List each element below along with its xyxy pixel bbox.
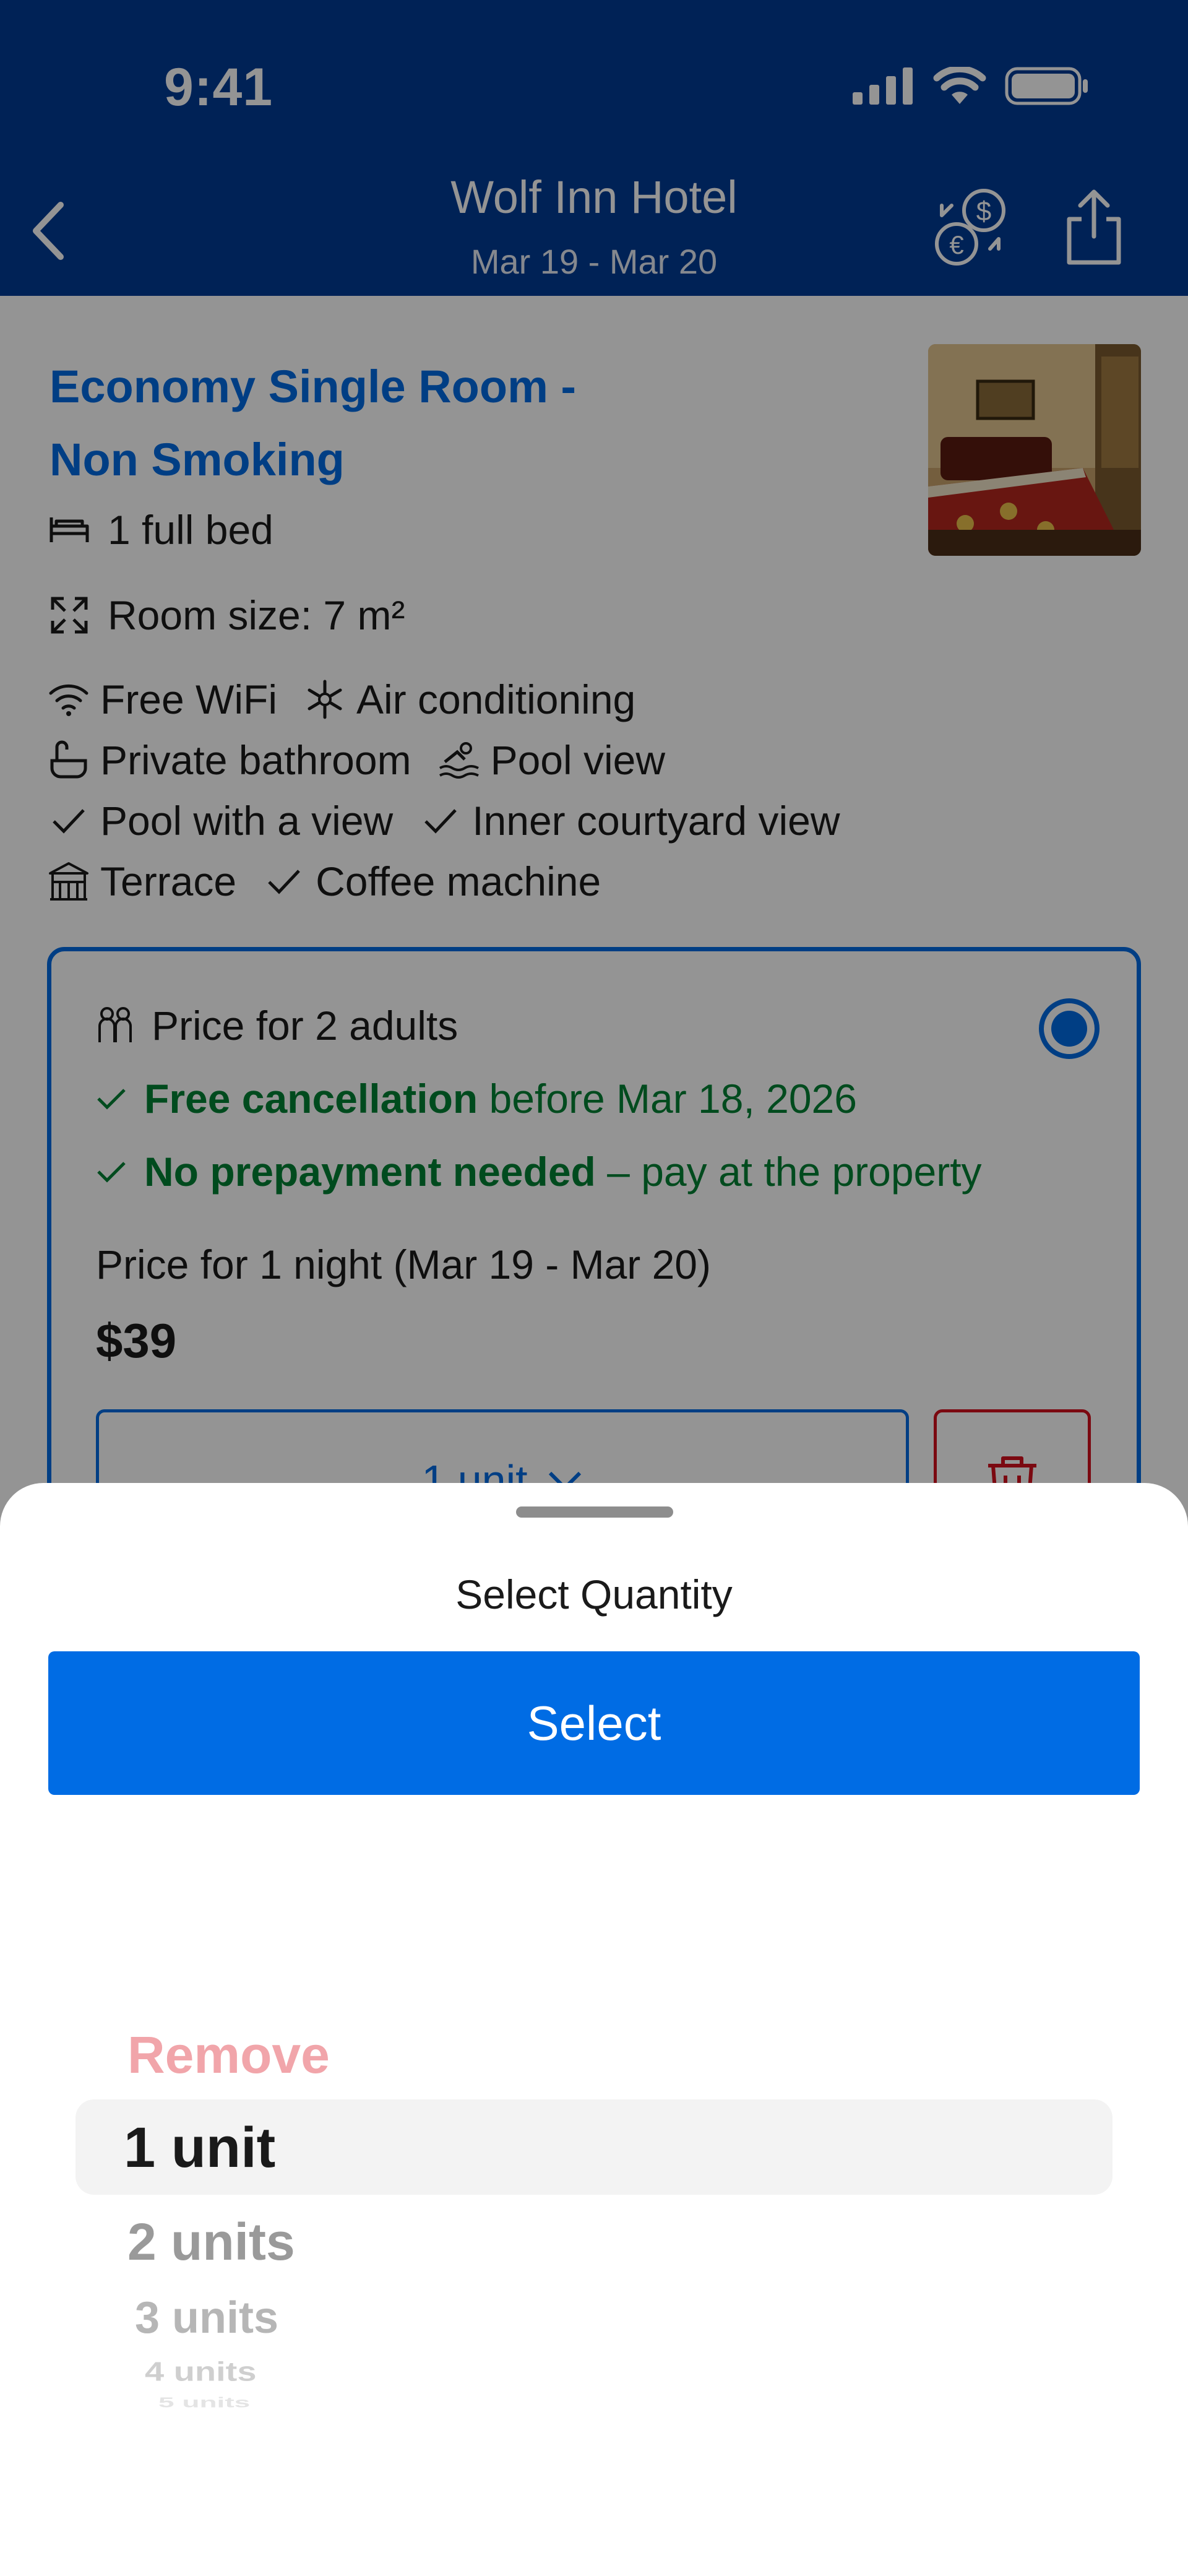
picker-option[interactable]: 2 units <box>127 2212 295 2272</box>
quantity-sheet: Select Quantity Select Remove 1 unit 2 u… <box>0 1483 1188 2576</box>
picker-option[interactable]: 4 units <box>145 2356 256 2387</box>
sheet-grabber[interactable] <box>516 1506 673 1518</box>
picker-option[interactable]: 3 units <box>135 2293 278 2343</box>
picker-option-selected[interactable]: 1 unit <box>124 2116 275 2181</box>
picker-option-remove[interactable]: Remove <box>127 2025 330 2085</box>
picker-option[interactable]: 5 units <box>158 2394 250 2411</box>
sheet-title: Select Quantity <box>455 1571 733 1617</box>
select-button[interactable]: Select <box>48 1651 1140 1795</box>
